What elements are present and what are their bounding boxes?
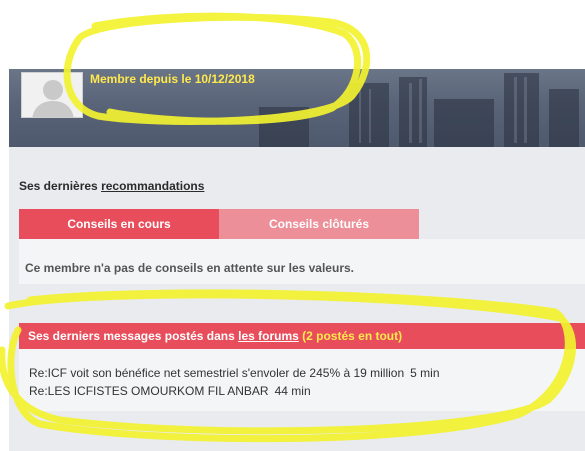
tab-closed-advice[interactable]: Conseils clôturés: [219, 209, 419, 239]
recommendations-heading-prefix: Ses dernières: [19, 179, 102, 193]
list-item[interactable]: Re:ICF voit son bénéfice net semestriel …: [29, 364, 585, 382]
messages-count: (2 postés en tout): [298, 329, 403, 343]
tab-current-advice[interactable]: Conseils en cours: [19, 209, 219, 239]
user-silhouette-icon: [22, 73, 82, 117]
avatar: [21, 72, 83, 118]
message-title[interactable]: Re:LES ICFISTES OMOURKOM FIL ANBAR: [29, 384, 269, 398]
messages-header: Ses derniers messages postés dans les fo…: [19, 323, 585, 349]
member-since-label: Membre depuis le 10/12/2018: [90, 72, 255, 86]
message-age: 44 min: [274, 384, 311, 398]
messages-header-prefix: Ses derniers messages postés dans: [28, 329, 239, 343]
forums-link[interactable]: les forums: [238, 329, 299, 343]
messages-list: Re:ICF voit son bénéfice net semestriel …: [19, 349, 585, 411]
message-age: 5 min: [410, 366, 440, 380]
message-title[interactable]: Re:ICF voit son bénéfice net semestriel …: [29, 366, 404, 380]
list-item[interactable]: Re:LES ICFISTES OMOURKOM FIL ANBAR 44 min: [29, 382, 585, 400]
empty-advice-message: Ce membre n'a pas de conseils en attente…: [19, 239, 585, 284]
recommendations-link[interactable]: recommandations: [101, 179, 204, 193]
recommendations-heading: Ses dernières recommandations: [19, 179, 204, 193]
